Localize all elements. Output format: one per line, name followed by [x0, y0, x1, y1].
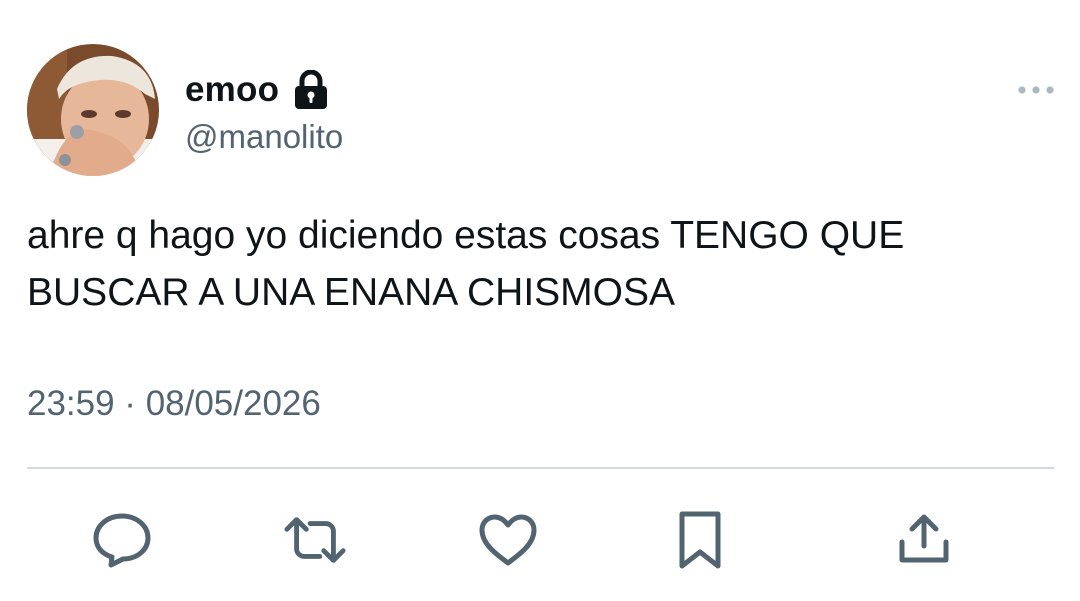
user-handle[interactable]: @manolito	[185, 118, 343, 156]
lock-icon	[293, 69, 329, 110]
avatar[interactable]	[27, 44, 159, 176]
tweet-text: ahre q hago yo diciendo estas cosas TENG…	[27, 214, 916, 314]
tweet-card: emoo @manolito ahre q hago yo diciendo e…	[0, 0, 1080, 601]
heart-icon	[479, 514, 537, 566]
share-icon	[899, 514, 949, 563]
display-name[interactable]: emoo	[185, 70, 279, 110]
retweet-button[interactable]	[283, 508, 347, 572]
name-row: emoo	[185, 66, 329, 114]
bookmark-button[interactable]	[668, 508, 732, 572]
share-button[interactable]	[892, 508, 956, 572]
divider	[27, 467, 1054, 469]
like-button[interactable]	[476, 508, 540, 572]
bookmark-icon	[679, 511, 721, 569]
reply-button[interactable]	[90, 508, 154, 572]
more-options-icon[interactable]	[1014, 80, 1058, 100]
reply-icon	[93, 513, 151, 568]
retweet-icon	[284, 517, 346, 563]
tweet-timestamp[interactable]: 23:59 · 08/05/2026	[27, 384, 321, 424]
